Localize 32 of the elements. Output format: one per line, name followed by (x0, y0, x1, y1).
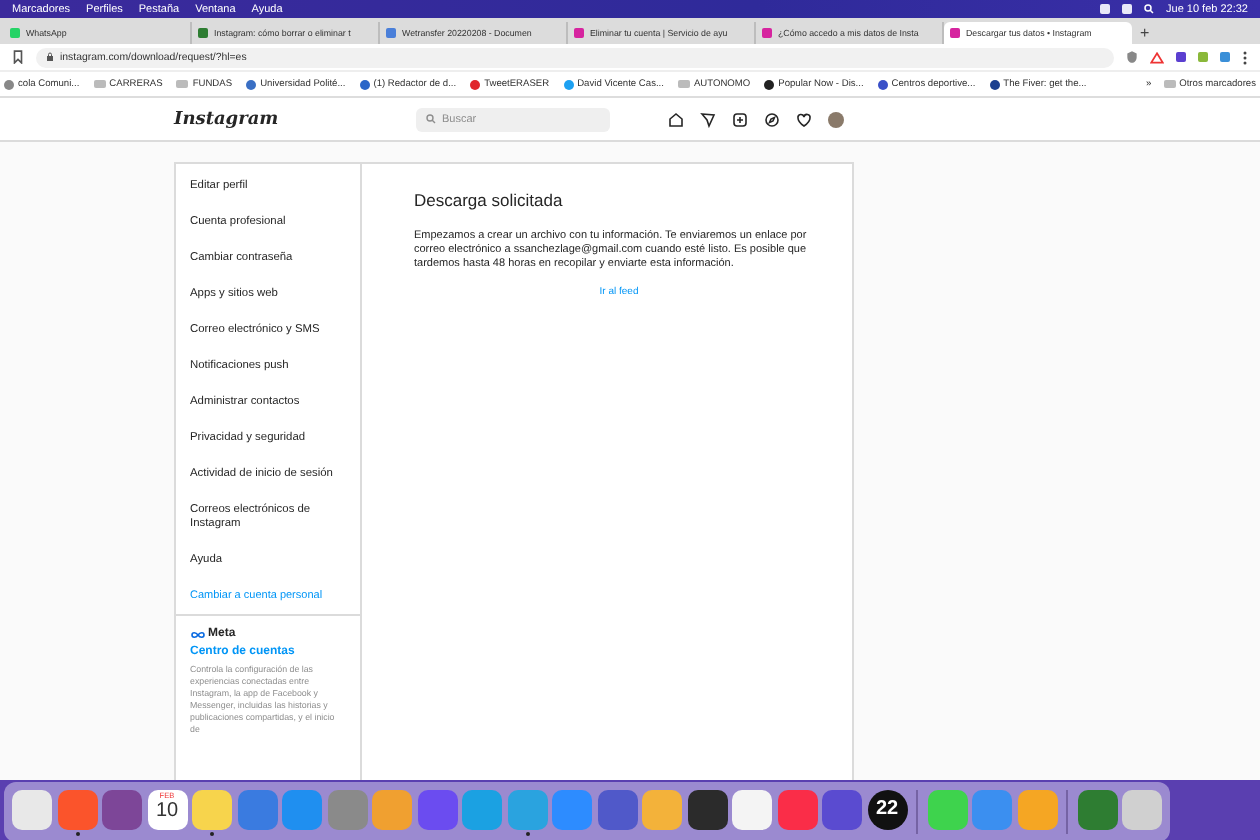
folder-icon (1163, 79, 1176, 89)
bookmark-icon[interactable] (12, 50, 24, 64)
add-post-icon[interactable] (732, 111, 748, 127)
home-icon[interactable] (668, 111, 684, 127)
heart-icon[interactable] (796, 111, 812, 127)
shield-icon[interactable] (1126, 50, 1138, 64)
lock-icon (46, 52, 54, 62)
instagram-logo[interactable]: Instagram (174, 109, 416, 129)
send-icon[interactable] (700, 111, 716, 127)
app-icon[interactable] (822, 789, 862, 829)
new-tab-button[interactable]: + (1132, 22, 1158, 44)
folder-icon (93, 79, 106, 89)
app-icon[interactable] (12, 789, 52, 829)
search-icon (426, 114, 436, 124)
search-icon[interactable] (1144, 4, 1155, 14)
folder-icon (677, 79, 690, 89)
app-icon[interactable] (192, 789, 232, 829)
avatar-icon[interactable] (828, 111, 844, 127)
compass-icon[interactable] (764, 111, 780, 127)
extension-icon[interactable] (1198, 52, 1208, 62)
extension-icon[interactable] (1176, 52, 1186, 62)
app-icon[interactable] (732, 789, 772, 829)
extension-icon[interactable] (1220, 52, 1230, 62)
warning-icon[interactable] (1150, 51, 1164, 63)
calendar-day: 10 (155, 799, 179, 821)
app-icon[interactable] (687, 789, 727, 829)
app-icon[interactable]: 22 (867, 789, 907, 829)
folder-icon (176, 79, 189, 89)
app-icon[interactable] (102, 789, 142, 829)
infinity-icon (190, 629, 206, 639)
page-title: Descarga solicitada (414, 190, 565, 210)
menu-icon[interactable] (1242, 49, 1248, 65)
